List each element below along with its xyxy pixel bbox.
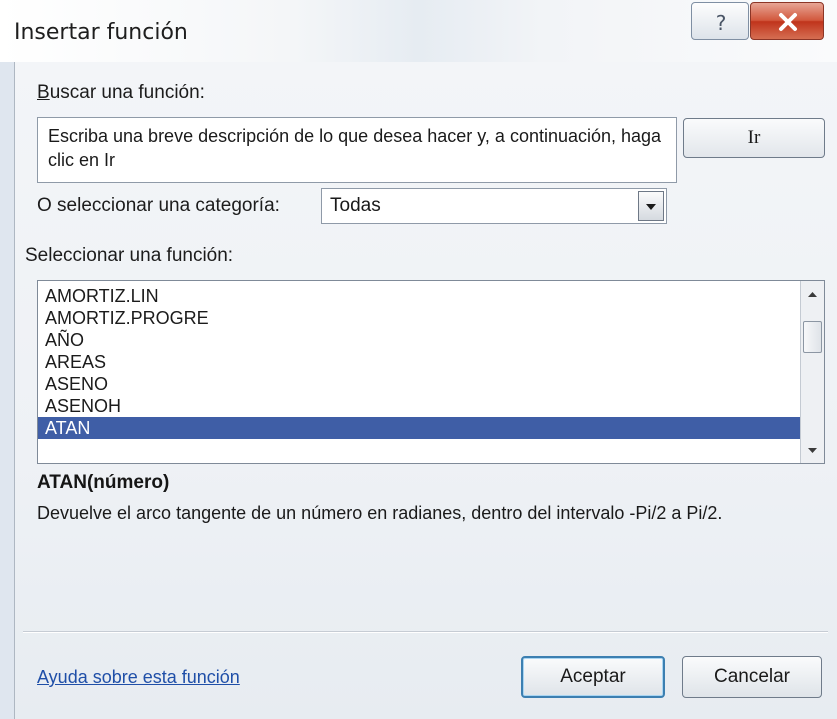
scroll-down-button[interactable]: [801, 439, 824, 461]
scroll-up-icon: [808, 292, 817, 297]
function-item-areas[interactable]: AREAS: [38, 351, 800, 373]
function-item-amortiz-progre[interactable]: AMORTIZ.PROGRE: [38, 307, 800, 329]
function-item-asenoh[interactable]: ASENOH: [38, 395, 800, 417]
insert-function-dialog: Insertar función ? Buscar una función: E…: [0, 0, 837, 719]
function-item-ano[interactable]: AÑO: [38, 329, 800, 351]
scroll-down-icon: [808, 448, 817, 453]
footer-divider: [23, 631, 828, 633]
search-input[interactable]: Escriba una breve descripción de lo que …: [37, 117, 677, 183]
function-list-scrollbar[interactable]: [800, 281, 824, 463]
close-button[interactable]: [750, 2, 824, 40]
function-description: Devuelve el arco tangente de un número e…: [37, 503, 723, 523]
dialog-body: Buscar una función: Escriba una breve de…: [14, 62, 837, 719]
ok-button[interactable]: Aceptar: [521, 656, 665, 698]
function-list[interactable]: AMORTIZ.LIN AMORTIZ.PROGRE AÑO AREAS ASE…: [37, 280, 825, 464]
dialog-title: Insertar función: [14, 20, 188, 45]
category-dropdown-button[interactable]: [638, 191, 664, 221]
go-button-label: Ir: [747, 127, 761, 148]
search-input-text: Escriba una breve descripción de lo que …: [48, 126, 662, 170]
category-label: O seleccionar una categoría:: [37, 195, 280, 216]
go-button[interactable]: Ir: [683, 118, 825, 158]
close-icon: [779, 13, 797, 31]
chevron-down-icon: [646, 204, 656, 210]
cancel-button-label: Cancelar: [713, 666, 791, 687]
title-bar[interactable]: Insertar función ?: [0, 0, 837, 62]
ok-button-label: Aceptar: [560, 666, 626, 687]
cancel-button[interactable]: Cancelar: [682, 656, 822, 698]
scroll-up-button[interactable]: [801, 283, 824, 305]
function-item-atan[interactable]: ATAN: [38, 417, 800, 439]
category-select[interactable]: Todas: [321, 188, 667, 224]
search-label-rest: uscar una función:: [49, 82, 205, 103]
function-item-amortiz-lin[interactable]: AMORTIZ.LIN: [38, 285, 800, 307]
function-help-link[interactable]: Ayuda sobre esta función: [37, 667, 240, 688]
function-item-aseno[interactable]: ASENO: [38, 373, 800, 395]
help-button[interactable]: ?: [691, 2, 749, 40]
scroll-thumb[interactable]: [803, 321, 822, 353]
question-icon: ?: [716, 11, 727, 35]
svg-text:?: ?: [716, 11, 727, 35]
category-selected-value: Todas: [330, 195, 381, 216]
function-syntax: ATAN(número): [37, 472, 170, 493]
function-list-label: Seleccionar una función:: [25, 245, 234, 266]
search-label: Buscar una función:: [37, 82, 205, 104]
search-label-accel: B: [37, 82, 50, 103]
